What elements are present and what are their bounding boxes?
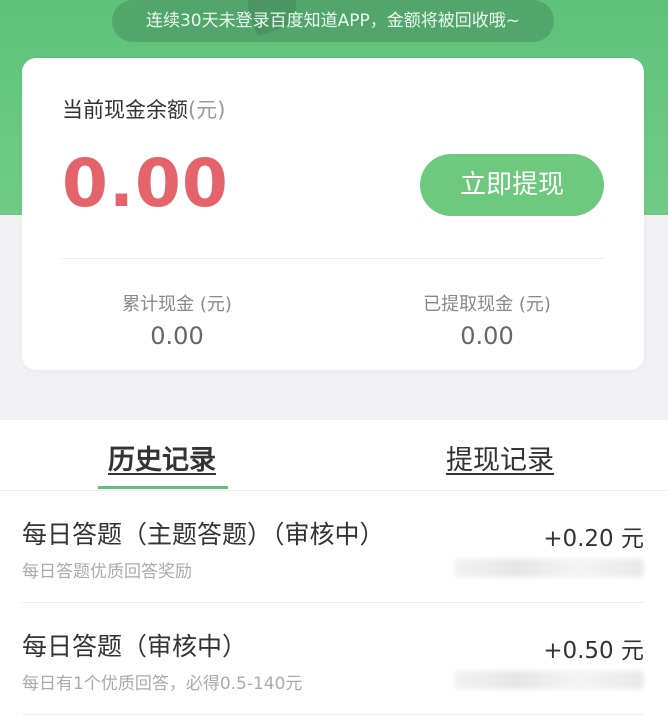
balance-label: 当前现金余额(元) bbox=[62, 94, 225, 124]
record-title: 每日答题（审核中） bbox=[22, 632, 248, 661]
withdrawn-cash-label: 已提取现金 (元) bbox=[423, 294, 551, 315]
balance-amount: 0.00 bbox=[62, 145, 229, 222]
record-subtitle: 每日答题优质回答奖励 bbox=[22, 562, 192, 582]
record-title: 每日答题（主题答题）（审核中） bbox=[22, 520, 385, 549]
record-time-blurred bbox=[454, 559, 644, 577]
total-cash-label: 累计现金 (元) bbox=[122, 294, 232, 315]
record-amount: +0.20 元 bbox=[543, 526, 644, 552]
withdraw-button[interactable]: 立即提现 bbox=[420, 154, 604, 216]
tab-withdraw-records[interactable]: 提现记录 bbox=[446, 438, 554, 477]
total-cash-stat: 累计现金 (元) 0.00 bbox=[77, 290, 277, 350]
withdrawn-cash-value: 0.00 bbox=[460, 322, 514, 350]
balance-label-text: 当前现金余额 bbox=[62, 98, 188, 122]
record-divider bbox=[22, 714, 644, 715]
balance-card: 当前现金余额(元) 0.00 立即提现 累计现金 (元) 0.00 已提取现金 … bbox=[22, 58, 644, 370]
card-divider bbox=[62, 258, 604, 259]
recycle-notice: 连续30天未登录百度知道APP，金额将被回收哦~ bbox=[112, 0, 554, 42]
record-tabs: 历史记录 提现记录 bbox=[0, 420, 668, 490]
total-cash-value: 0.00 bbox=[150, 322, 204, 350]
record-subtitle: 每日有1个优质回答，必得0.5-140元 bbox=[22, 674, 303, 694]
active-tab-indicator bbox=[98, 486, 228, 489]
record-time-blurred bbox=[454, 671, 644, 689]
list-item[interactable]: 每日答题（主题答题）（审核中） 每日答题优质回答奖励 +0.20 元 bbox=[0, 491, 668, 603]
list-item[interactable]: 每日答题（审核中） 每日有1个优质回答，必得0.5-140元 +0.50 元 bbox=[0, 603, 668, 715]
balance-unit: (元) bbox=[188, 98, 226, 122]
tab-history[interactable]: 历史记录 bbox=[108, 438, 216, 477]
withdrawn-cash-stat: 已提取现金 (元) 0.00 bbox=[387, 290, 587, 350]
record-amount: +0.50 元 bbox=[543, 638, 644, 664]
